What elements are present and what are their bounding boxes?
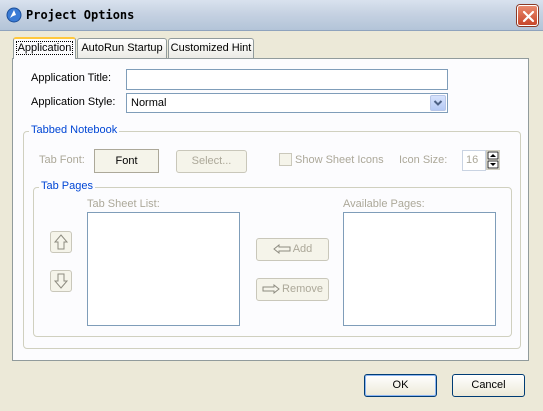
icon-size-value: 16	[466, 154, 479, 166]
tab-sheet-list-label: Tab Sheet List:	[87, 198, 160, 210]
app-style-select[interactable]: Normal	[126, 93, 448, 113]
app-title-input[interactable]	[126, 69, 448, 90]
dropdown-button[interactable]	[430, 95, 446, 111]
arrow-left-icon	[272, 244, 291, 255]
icon-size-input[interactable]: 16	[462, 150, 486, 171]
chevron-down-icon	[433, 100, 443, 106]
available-pages-list[interactable]	[343, 212, 496, 326]
tabbed-notebook-title: Tabbed Notebook	[29, 124, 120, 136]
tab-pages-title: Tab Pages	[39, 180, 95, 192]
tab-sheet-list[interactable]	[87, 212, 240, 326]
font-preview: Font	[94, 149, 159, 173]
cancel-button[interactable]: Cancel	[452, 374, 525, 397]
ok-button-label: OK	[392, 379, 409, 391]
show-sheet-icons-label: Show Sheet Icons	[295, 154, 384, 166]
app-icon	[6, 7, 22, 23]
tab-customized-hint[interactable]: Customized Hint	[168, 38, 254, 58]
add-button[interactable]: Add	[256, 238, 329, 261]
tab-label: Application	[15, 41, 74, 55]
tab-label: AutoRun Startup	[81, 42, 163, 54]
arrow-right-icon	[262, 284, 280, 295]
tab-application[interactable]: Application	[13, 37, 76, 59]
cancel-button-label: Cancel	[471, 379, 506, 391]
arrow-down-icon	[53, 273, 69, 289]
app-style-label: Application Style:	[31, 96, 116, 108]
close-button[interactable]	[517, 5, 538, 26]
add-button-label: Add	[292, 243, 313, 255]
arrow-up-icon	[53, 234, 69, 250]
move-down-button[interactable]	[50, 270, 72, 292]
font-preview-label: Font	[115, 155, 138, 167]
ok-button[interactable]: OK	[364, 374, 437, 397]
tab-label: Customized Hint	[170, 42, 252, 54]
available-pages-label: Available Pages:	[343, 198, 425, 210]
tab-autorun-startup[interactable]: AutoRun Startup	[77, 38, 167, 58]
app-style-value: Normal	[131, 97, 167, 109]
move-up-button[interactable]	[50, 231, 72, 253]
window-title: Project Options	[26, 8, 135, 22]
spin-arrows-icon	[487, 151, 499, 169]
close-icon	[522, 10, 535, 23]
remove-button-label: Remove	[282, 283, 323, 295]
select-font-button[interactable]: Select...	[176, 150, 247, 173]
icon-size-spinner[interactable]	[486, 150, 500, 170]
title-bar[interactable]: Project Options	[0, 0, 543, 31]
tab-font-label: Tab Font:	[39, 154, 85, 166]
select-button-label: Select...	[191, 155, 232, 167]
app-title-label: Application Title:	[31, 72, 112, 84]
show-sheet-icons-checkbox[interactable]	[279, 153, 292, 166]
remove-button[interactable]: Remove	[256, 278, 329, 301]
icon-size-label: Icon Size:	[399, 154, 448, 166]
